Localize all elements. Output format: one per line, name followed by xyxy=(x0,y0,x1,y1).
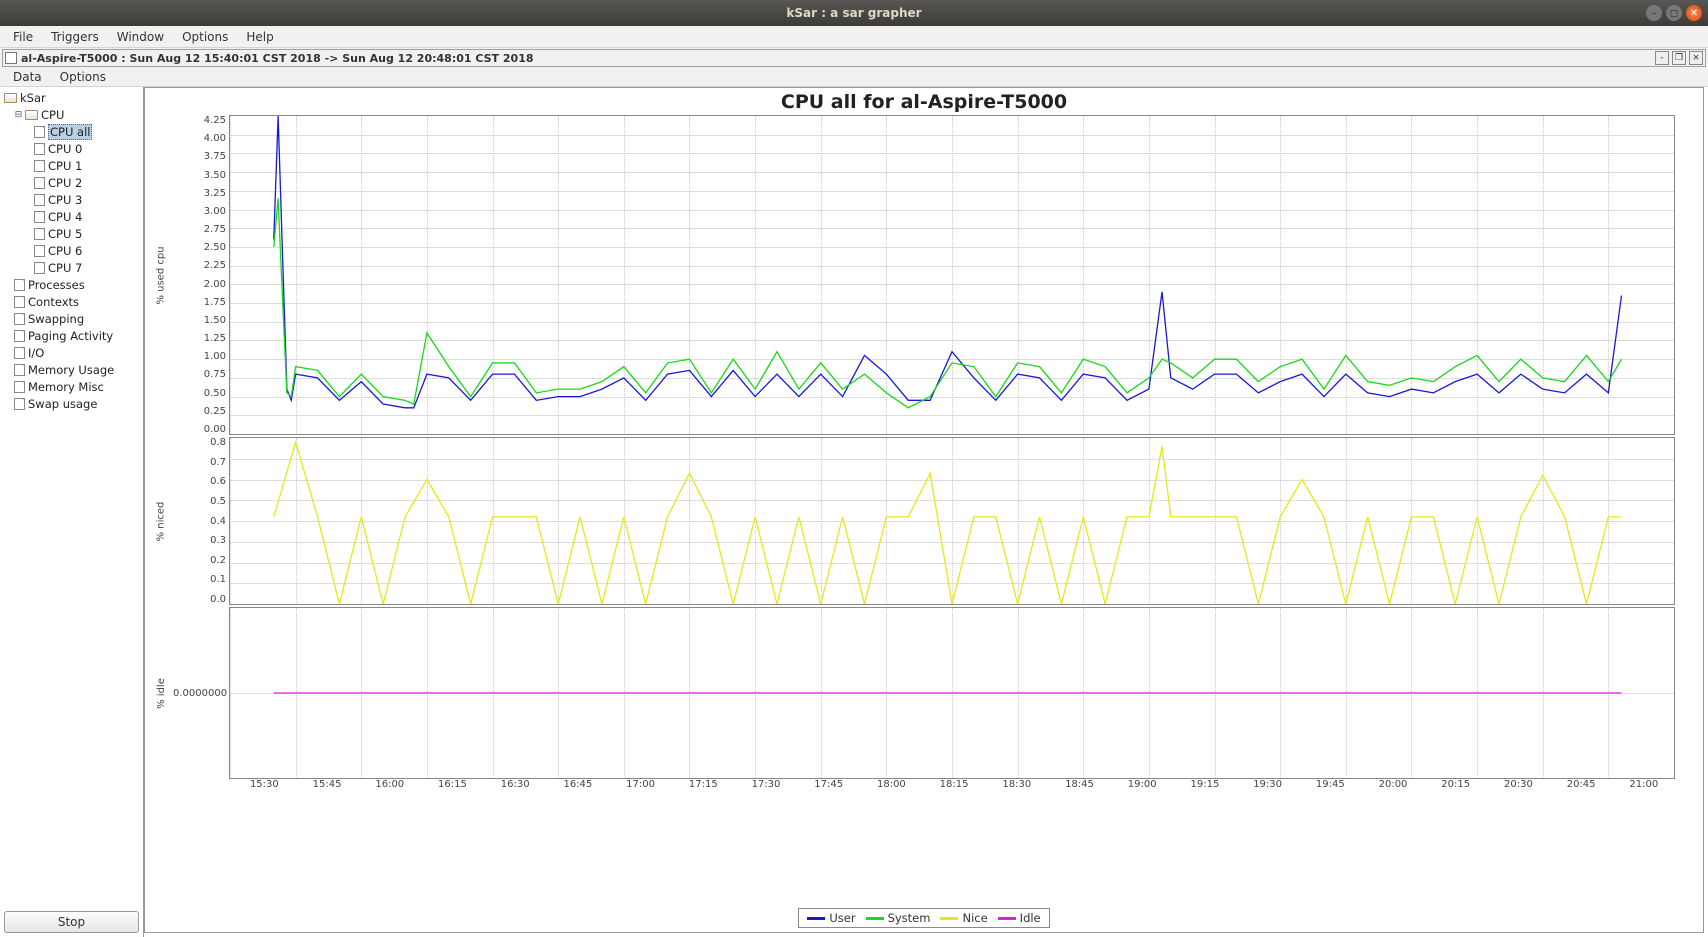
ylabel-used-cpu: % used cpu xyxy=(149,115,173,435)
tree-cpu-group[interactable]: ⊟CPU xyxy=(2,106,141,123)
doc-restore-icon[interactable]: ❐ xyxy=(1672,51,1686,65)
page-icon xyxy=(14,364,25,376)
page-icon xyxy=(34,211,45,223)
tree-cpu-all[interactable]: CPU all xyxy=(2,123,141,140)
page-icon xyxy=(14,279,25,291)
tree-io[interactable]: I/O xyxy=(2,344,141,361)
window-controls: – ◻ ✕ xyxy=(1646,5,1702,21)
tree-cpu-1[interactable]: CPU 1 xyxy=(2,157,141,174)
yticks-idle: 0.0000000 xyxy=(173,607,229,779)
document-titlebar: al-Aspire-T5000 : Sun Aug 12 15:40:01 CS… xyxy=(2,49,1706,67)
page-icon xyxy=(34,160,45,172)
yticks-used-cpu: 4.254.003.753.503.253.002.752.502.252.00… xyxy=(173,115,229,435)
page-icon xyxy=(14,330,25,342)
tree-cpu-4[interactable]: CPU 4 xyxy=(2,208,141,225)
tree-processes[interactable]: Processes xyxy=(2,276,141,293)
yticks-niced: 0.80.70.60.50.40.30.20.10.0 xyxy=(173,437,229,605)
doc-close-icon[interactable]: ⨯ xyxy=(1689,51,1703,65)
plot-niced[interactable] xyxy=(229,437,1675,605)
window-titlebar: kSar : a sar grapher – ◻ ✕ xyxy=(0,0,1708,26)
page-icon xyxy=(14,296,25,308)
page-icon xyxy=(34,126,45,138)
folder-icon xyxy=(4,93,17,103)
legend: User System Nice Idle xyxy=(145,908,1703,932)
tree-cpu-0[interactable]: CPU 0 xyxy=(2,140,141,157)
maximize-icon[interactable]: ◻ xyxy=(1666,5,1682,21)
chart-title: CPU all for al-Aspire-T5000 xyxy=(145,88,1703,115)
tree-memory-misc[interactable]: Memory Misc xyxy=(2,378,141,395)
page-icon xyxy=(34,194,45,206)
close-icon[interactable]: ✕ xyxy=(1686,5,1702,21)
tree-cpu-6[interactable]: CPU 6 xyxy=(2,242,141,259)
page-icon xyxy=(34,228,45,240)
legend-nice: Nice xyxy=(940,911,987,925)
legend-system: System xyxy=(866,911,931,925)
page-icon xyxy=(34,262,45,274)
tree-paging[interactable]: Paging Activity xyxy=(2,327,141,344)
sidebar: kSar ⊟CPU CPU all CPU 0 CPU 1 CPU 2 CPU … xyxy=(0,87,144,937)
submenu-options[interactable]: Options xyxy=(51,69,115,85)
page-icon xyxy=(14,398,25,410)
tree-cpu-5[interactable]: CPU 5 xyxy=(2,225,141,242)
page-icon xyxy=(14,347,25,359)
stop-button[interactable]: Stop xyxy=(4,911,139,933)
document-icon xyxy=(5,52,17,64)
tree-swapping[interactable]: Swapping xyxy=(2,310,141,327)
menubar: File Triggers Window Options Help xyxy=(0,26,1708,48)
tree: kSar ⊟CPU CPU all CPU 0 CPU 1 CPU 2 CPU … xyxy=(0,87,143,907)
tree-contexts[interactable]: Contexts xyxy=(2,293,141,310)
page-icon xyxy=(34,143,45,155)
toggle-icon[interactable]: ⊟ xyxy=(14,110,23,119)
plot-used-cpu[interactable] xyxy=(229,115,1675,435)
page-icon xyxy=(34,177,45,189)
doc-minimize-icon[interactable]: - xyxy=(1655,51,1669,65)
menu-options[interactable]: Options xyxy=(173,28,237,46)
tree-root[interactable]: kSar xyxy=(2,89,141,106)
xticks: 15:3015:4516:0016:1516:3016:4517:0017:15… xyxy=(149,779,1675,795)
menu-triggers[interactable]: Triggers xyxy=(42,28,108,46)
tree-swap-usage[interactable]: Swap usage xyxy=(2,395,141,412)
chart-panel: CPU all for al-Aspire-T5000 % used cpu 4… xyxy=(144,87,1704,933)
document-title: al-Aspire-T5000 : Sun Aug 12 15:40:01 CS… xyxy=(21,52,534,65)
window-title: kSar : a sar grapher xyxy=(786,6,921,20)
ylabel-niced: % niced xyxy=(149,437,173,605)
ylabel-idle: % idle xyxy=(149,607,173,779)
menu-help[interactable]: Help xyxy=(237,28,282,46)
legend-idle: Idle xyxy=(998,911,1041,925)
page-icon xyxy=(14,313,25,325)
tree-cpu-3[interactable]: CPU 3 xyxy=(2,191,141,208)
tree-cpu-7[interactable]: CPU 7 xyxy=(2,259,141,276)
menu-file[interactable]: File xyxy=(4,28,42,46)
tree-cpu-2[interactable]: CPU 2 xyxy=(2,174,141,191)
tree-memory-usage[interactable]: Memory Usage xyxy=(2,361,141,378)
page-icon xyxy=(14,381,25,393)
plot-idle[interactable] xyxy=(229,607,1675,779)
legend-user: User xyxy=(807,911,855,925)
page-icon xyxy=(34,245,45,257)
sub-menubar: Data Options xyxy=(0,67,1708,87)
submenu-data[interactable]: Data xyxy=(4,69,51,85)
menu-window[interactable]: Window xyxy=(108,28,173,46)
minimize-icon[interactable]: – xyxy=(1646,5,1662,21)
folder-icon xyxy=(25,110,38,120)
